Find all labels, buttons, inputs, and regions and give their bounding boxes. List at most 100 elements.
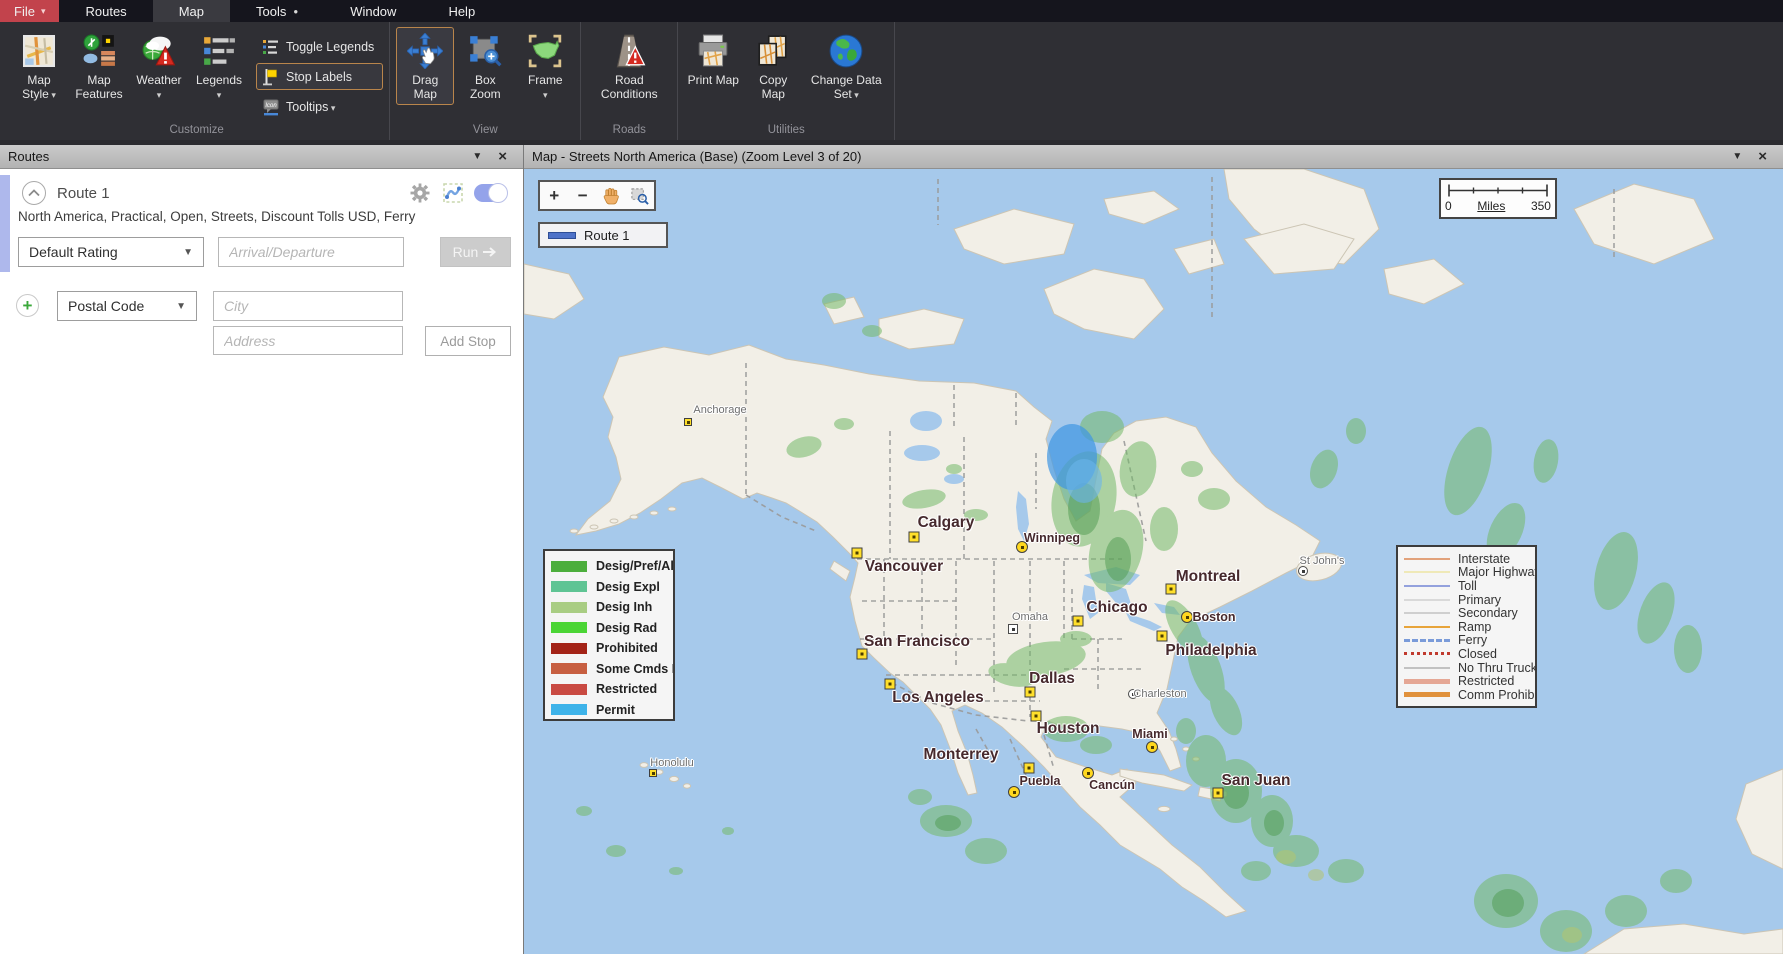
menu-help[interactable]: Help: [422, 0, 501, 22]
legend-label: Toll: [1458, 579, 1477, 593]
legend-row: No Thru Truck: [1404, 661, 1529, 675]
map-canvas[interactable]: Anchorage Calgary Winnipeg Vancouver Mon…: [524, 169, 1783, 954]
map-features-icon: [82, 32, 116, 70]
stop-labels-button[interactable]: Stop Labels: [256, 63, 383, 90]
toggle-knob: [488, 183, 508, 203]
run-button[interactable]: Run: [440, 237, 511, 267]
tooltips-button[interactable]: Icon Tooltips: [256, 93, 383, 120]
arrival-departure-input[interactable]: [218, 237, 404, 267]
menu-tools-label: Tools: [256, 4, 286, 19]
city-marker[interactable]: [1157, 631, 1168, 642]
map-features-button[interactable]: Map Features: [70, 27, 128, 105]
road-line-sample: [1404, 558, 1450, 560]
box-zoom-tool-button[interactable]: [628, 184, 652, 208]
routes-panel-header: Routes ▼ ×: [0, 145, 523, 169]
legend-label: Some Cmds Pr: [596, 662, 675, 676]
routes-panel: Routes ▼ × Route 1 North America, Practi…: [0, 145, 524, 954]
city-marker[interactable]: [684, 418, 692, 426]
box-zoom-button[interactable]: Box Zoom: [456, 27, 514, 105]
city-marker[interactable]: [852, 548, 863, 559]
legend-color-chip: [551, 622, 587, 633]
road-conditions-label: Road Conditions: [590, 73, 668, 101]
road-conditions-icon: [611, 32, 647, 70]
city-marker[interactable]: [1008, 624, 1018, 634]
chevron-down-icon: ▼: [176, 301, 186, 312]
pan-hand-button[interactable]: [599, 184, 623, 208]
routes-close-icon[interactable]: ×: [490, 148, 515, 165]
city-marker[interactable]: [1024, 763, 1035, 774]
city-label: San Juan: [1222, 772, 1291, 790]
toggle-legends-label: Toggle Legends: [286, 40, 374, 54]
menu-map[interactable]: Map: [153, 0, 230, 22]
legend-label: Closed: [1458, 647, 1497, 661]
city-marker[interactable]: [1025, 687, 1036, 698]
city-label: Calgary: [918, 514, 975, 532]
city-marker[interactable]: [1298, 566, 1308, 576]
city-label: Boston: [1192, 610, 1235, 624]
city-label: St John's: [1300, 555, 1345, 567]
city-label: San Francisco: [864, 633, 970, 651]
address-input[interactable]: [213, 326, 403, 355]
city-input[interactable]: [213, 291, 403, 321]
city-marker[interactable]: [1146, 741, 1158, 753]
stop-type-select[interactable]: Postal Code ▼: [57, 291, 197, 321]
road-conditions-button[interactable]: Road Conditions: [587, 27, 671, 105]
map-route-legend[interactable]: Route 1: [538, 222, 668, 248]
city-label: Dallas: [1029, 670, 1075, 688]
legends-icon: [202, 32, 236, 70]
legend-row: Restricted: [551, 679, 667, 700]
city-label: Honolulu: [650, 757, 693, 769]
frame-icon: [527, 32, 563, 70]
menu-routes[interactable]: Routes: [59, 0, 152, 22]
stop-type-value: Postal Code: [68, 298, 144, 314]
print-map-button[interactable]: Print Map: [684, 27, 742, 91]
city-marker[interactable]: [1073, 616, 1084, 627]
legend-row: Desig/Pref/Alt: [551, 556, 667, 577]
menu-tools[interactable]: Tools ●: [230, 0, 324, 22]
map-close-icon[interactable]: ×: [1750, 148, 1775, 165]
legends-button[interactable]: Legends: [190, 27, 248, 106]
city-marker[interactable]: [649, 769, 657, 777]
map-style-button[interactable]: Map Style: [10, 27, 68, 106]
legend-row: Some Cmds Pr: [551, 659, 667, 680]
menu-file[interactable]: File ▾: [0, 0, 59, 22]
frame-button[interactable]: Frame: [516, 27, 574, 106]
route-settings-gear-icon[interactable]: [410, 183, 430, 208]
scale-max: 350: [1531, 199, 1551, 213]
add-stop-button[interactable]: Add Stop: [425, 326, 511, 356]
rating-select[interactable]: Default Rating ▼: [18, 237, 204, 267]
change-data-set-button[interactable]: Change Data Set: [804, 27, 888, 106]
legend-label: Interstate: [1458, 552, 1510, 566]
map-collapse-icon[interactable]: ▼: [1724, 151, 1750, 162]
weather-button[interactable]: Weather: [130, 27, 188, 106]
city-marker[interactable]: [1008, 786, 1020, 798]
copy-map-button[interactable]: Copy Map: [744, 27, 802, 105]
legend-label: Permit: [596, 703, 635, 717]
city-label: Miami: [1132, 727, 1167, 741]
city-marker[interactable]: [885, 679, 896, 690]
routes-collapse-icon[interactable]: ▼: [464, 151, 490, 162]
map-title: Map - Streets North America (Base) (Zoom…: [532, 149, 1724, 164]
route-visibility-toggle[interactable]: [474, 184, 507, 202]
route-collapse-button[interactable]: [22, 181, 46, 205]
route-frame-icon[interactable]: [443, 183, 463, 208]
legend-label: Desig Inh: [596, 600, 652, 614]
toggle-legends-button[interactable]: Toggle Legends: [256, 33, 383, 60]
rating-select-value: Default Rating: [29, 244, 118, 260]
frame-label: Frame: [528, 73, 563, 102]
road-line-sample: [1404, 612, 1450, 614]
legend-color-chip: [551, 684, 587, 695]
city-label: Los Angeles: [892, 689, 984, 707]
zoom-in-button[interactable]: +: [542, 184, 566, 208]
add-stop-plus-icon[interactable]: +: [16, 294, 39, 317]
zoom-out-button[interactable]: −: [571, 184, 595, 208]
drag-map-button[interactable]: Drag Map: [396, 27, 454, 105]
stop-labels-icon: [261, 67, 280, 86]
print-map-label: Print Map: [688, 73, 739, 87]
menu-window[interactable]: Window: [324, 0, 422, 22]
print-map-icon: [695, 32, 731, 70]
road-line-sample: [1404, 652, 1450, 655]
city-marker[interactable]: [1181, 611, 1193, 623]
group-label-roads: Roads: [587, 122, 671, 140]
city-marker[interactable]: [909, 532, 920, 543]
